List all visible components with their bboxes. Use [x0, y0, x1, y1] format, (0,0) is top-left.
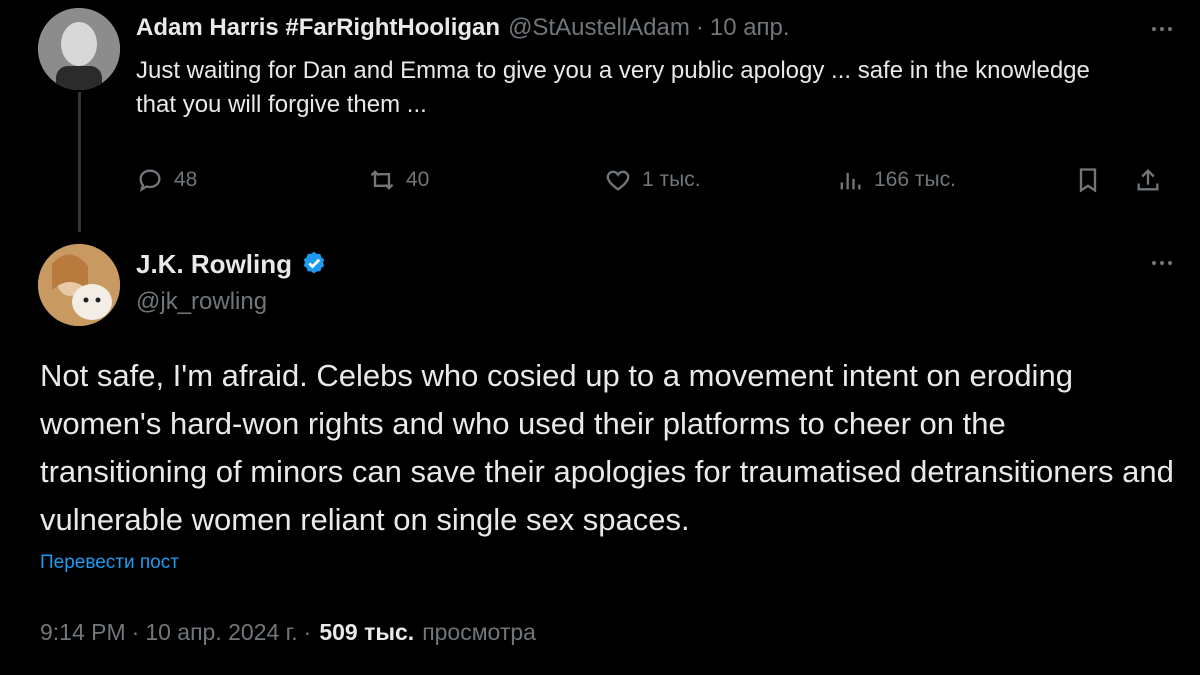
tweet-meta: 9:14 PM · 10 апр. 2024 г. · 509 тыс. про… — [40, 619, 536, 646]
separator: · — [131, 619, 140, 645]
like-count: 1 тыс. — [642, 168, 701, 191]
tweet-date[interactable]: 10 апр. 2024 г. — [145, 619, 297, 646]
avatar[interactable] — [38, 8, 120, 90]
views-icon — [840, 173, 861, 190]
verified-badge-icon[interactable] — [300, 250, 328, 278]
author-name[interactable]: J.K. Rowling — [136, 249, 292, 280]
translate-post-link[interactable]: Перевести пост — [40, 552, 179, 574]
reply-button[interactable]: 48 — [136, 160, 197, 200]
separator: · — [695, 14, 704, 41]
thread-connector-line — [78, 92, 81, 232]
author-handle[interactable]: @StAustellAdam — [508, 14, 690, 42]
reply-count: 48 — [174, 168, 198, 191]
repost-icon — [370, 170, 394, 190]
reply-tweet: Adam Harris #FarRightHooligan @StAustell… — [136, 8, 1166, 122]
tweet-actions-bar: 48 40 1 тыс. 166 тыс. — [136, 160, 1176, 200]
reply-icon — [139, 169, 161, 192]
main-tweet-header: J.K. Rowling @jk_rowling — [136, 244, 328, 316]
views-count: 166 тыс. — [874, 168, 956, 191]
author-handle[interactable]: @jk_rowling — [136, 288, 328, 316]
tweet-text: Not safe, I'm afraid. Celebs who cosied … — [40, 358, 1174, 537]
repost-button[interactable]: 40 — [368, 160, 429, 200]
tweet-date[interactable]: 10 апр. — [710, 14, 790, 42]
author-name[interactable]: Adam Harris #FarRightHooligan — [136, 14, 500, 42]
views-count[interactable]: 509 тыс. — [319, 619, 414, 646]
bookmark-icon — [1079, 168, 1097, 193]
views-label: просмотра — [422, 619, 536, 645]
reply-header: Adam Harris #FarRightHooligan @StAustell… — [136, 8, 1166, 48]
views-button[interactable]: 166 тыс. — [836, 160, 956, 200]
repost-count: 40 — [406, 168, 430, 191]
bookmark-button[interactable] — [1074, 160, 1102, 200]
tweet-time[interactable]: 9:14 PM — [40, 619, 126, 646]
like-icon — [606, 170, 630, 191]
share-icon — [1137, 169, 1159, 191]
more-icon[interactable] — [1142, 248, 1182, 278]
more-icon[interactable] — [1142, 14, 1182, 44]
tweet-text: Just waiting for Dan and Emma to give yo… — [136, 57, 1090, 118]
share-button[interactable] — [1134, 160, 1162, 200]
avatar[interactable] — [38, 244, 120, 326]
separator: · — [303, 619, 312, 645]
like-button[interactable]: 1 тыс. — [604, 160, 701, 200]
